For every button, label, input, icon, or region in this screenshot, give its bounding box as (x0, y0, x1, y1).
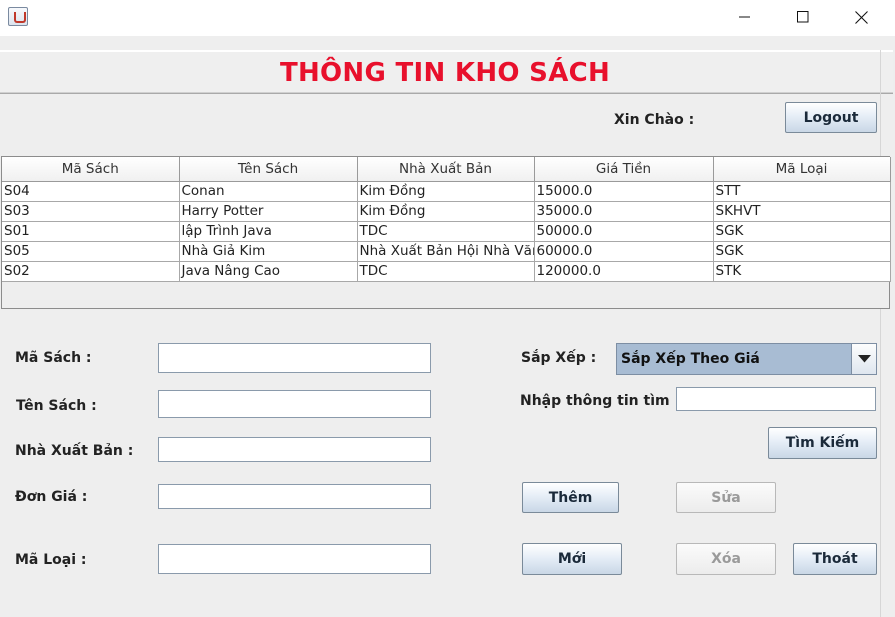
table-cell[interactable]: 35000.0 (534, 201, 714, 222)
sort-select[interactable]: Sắp Xếp Theo Giá (616, 343, 877, 375)
table-cell[interactable]: STT (713, 181, 891, 202)
logout-button[interactable]: Logout (785, 102, 877, 133)
table-cell[interactable]: Kim Đồng (357, 201, 535, 222)
table-cell[interactable]: TDC (357, 221, 535, 242)
don-gia-field[interactable] (158, 484, 431, 509)
table-cell[interactable]: Nhà Xuất Bản Hội Nhà Văn (357, 241, 535, 262)
window-titlebar (0, 0, 895, 36)
xoa-button[interactable]: Xóa (676, 543, 776, 575)
column-header[interactable]: Mã Sách (2, 157, 180, 182)
maximize-icon[interactable] (780, 0, 826, 34)
table-cell[interactable]: S04 (2, 181, 180, 202)
search-label: Nhập thông tin tìm : (520, 393, 681, 409)
table-cell[interactable]: S05 (2, 241, 180, 262)
ma-loai-field[interactable] (158, 544, 431, 574)
table-row[interactable]: S03 Harry Potter Kim Đồng 35000.0 SKHVT (2, 201, 891, 222)
table-cell[interactable]: SKHVT (713, 201, 891, 222)
chevron-down-icon[interactable] (851, 344, 876, 374)
table-row[interactable]: S04 Conan Kim Đồng 15000.0 STT (2, 181, 891, 202)
moi-button[interactable]: Mới (522, 543, 622, 575)
nha-xuat-ban-field[interactable] (158, 437, 431, 462)
sua-button[interactable]: Sửa (676, 482, 776, 513)
greeting-label: Xin Chào : (614, 112, 695, 128)
table-cell[interactable]: STK (713, 261, 891, 282)
header-panel: THÔNG TIN KHO SÁCH (0, 50, 893, 94)
table-cell[interactable]: 15000.0 (534, 181, 714, 202)
table-row[interactable]: S05 Nhà Giả Kim Nhà Xuất Bản Hội Nhà Văn 60… (2, 241, 891, 262)
table-cell[interactable]: Java Nâng Cao (179, 261, 358, 282)
books-table[interactable]: Mã Sách Tên Sách Nhà Xuất Bản Giá Tiền Mã Lo… (1, 156, 891, 309)
table-cell[interactable]: S01 (2, 221, 180, 242)
sort-label: Sắp Xếp : (521, 350, 597, 366)
close-icon[interactable] (838, 0, 884, 34)
table-cell[interactable]: 60000.0 (534, 241, 714, 262)
column-header[interactable]: Giá Tiền (534, 157, 714, 182)
table-cell[interactable]: SGK (713, 241, 891, 262)
ten-sach-label: Tên Sách : (16, 398, 97, 414)
them-button[interactable]: Thêm (522, 482, 619, 513)
table-cell[interactable]: lập Trình Java (179, 221, 358, 242)
java-cup-icon (8, 7, 28, 26)
table-cell[interactable]: 50000.0 (534, 221, 714, 242)
search-button[interactable]: Tìm Kiếm (768, 427, 877, 459)
table-cell[interactable]: Harry Potter (179, 201, 358, 222)
thoat-button[interactable]: Thoát (793, 543, 877, 575)
page-title: THÔNG TIN KHO SÁCH (279, 58, 611, 88)
table-cell[interactable]: S03 (2, 201, 180, 222)
ten-sach-field[interactable] (158, 390, 431, 418)
table-cell[interactable]: S02 (2, 261, 180, 282)
don-gia-label: Đơn Giá : (15, 489, 88, 505)
nha-xuat-ban-label: Nhà Xuất Bản : (15, 443, 134, 459)
table-cell[interactable]: Nhà Giả Kim (179, 241, 358, 262)
window-right-border (880, 50, 895, 617)
table-body: S04 Conan Kim Đồng 15000.0 STT S03 Harry Potte… (2, 181, 891, 282)
table-row[interactable]: S02 Java Nâng Cao TDC 120000.0 STK (2, 261, 891, 282)
ma-sach-field[interactable] (158, 343, 431, 373)
table-header-row: Mã Sách Tên Sách Nhà Xuất Bản Giá Tiền Mã Lo… (2, 157, 891, 182)
sort-selected-value: Sắp Xếp Theo Giá (621, 351, 760, 367)
column-header[interactable]: Mã Loại (713, 157, 891, 182)
minimize-icon[interactable] (722, 0, 768, 34)
table-cell[interactable]: SGK (713, 221, 891, 242)
table-cell[interactable]: TDC (357, 261, 535, 282)
table-cell[interactable]: 120000.0 (534, 261, 714, 282)
table-cell[interactable]: Kim Đồng (357, 181, 535, 202)
table-cell[interactable]: Conan (179, 181, 358, 202)
ma-sach-label: Mã Sách : (15, 350, 92, 366)
table-row[interactable]: S01 lập Trình Java TDC 50000.0 SGK (2, 221, 891, 242)
column-header[interactable]: Nhà Xuất Bản (357, 157, 535, 182)
search-input[interactable] (676, 387, 876, 411)
column-header[interactable]: Tên Sách (179, 157, 358, 182)
ma-loai-label: Mã Loại : (15, 552, 87, 568)
